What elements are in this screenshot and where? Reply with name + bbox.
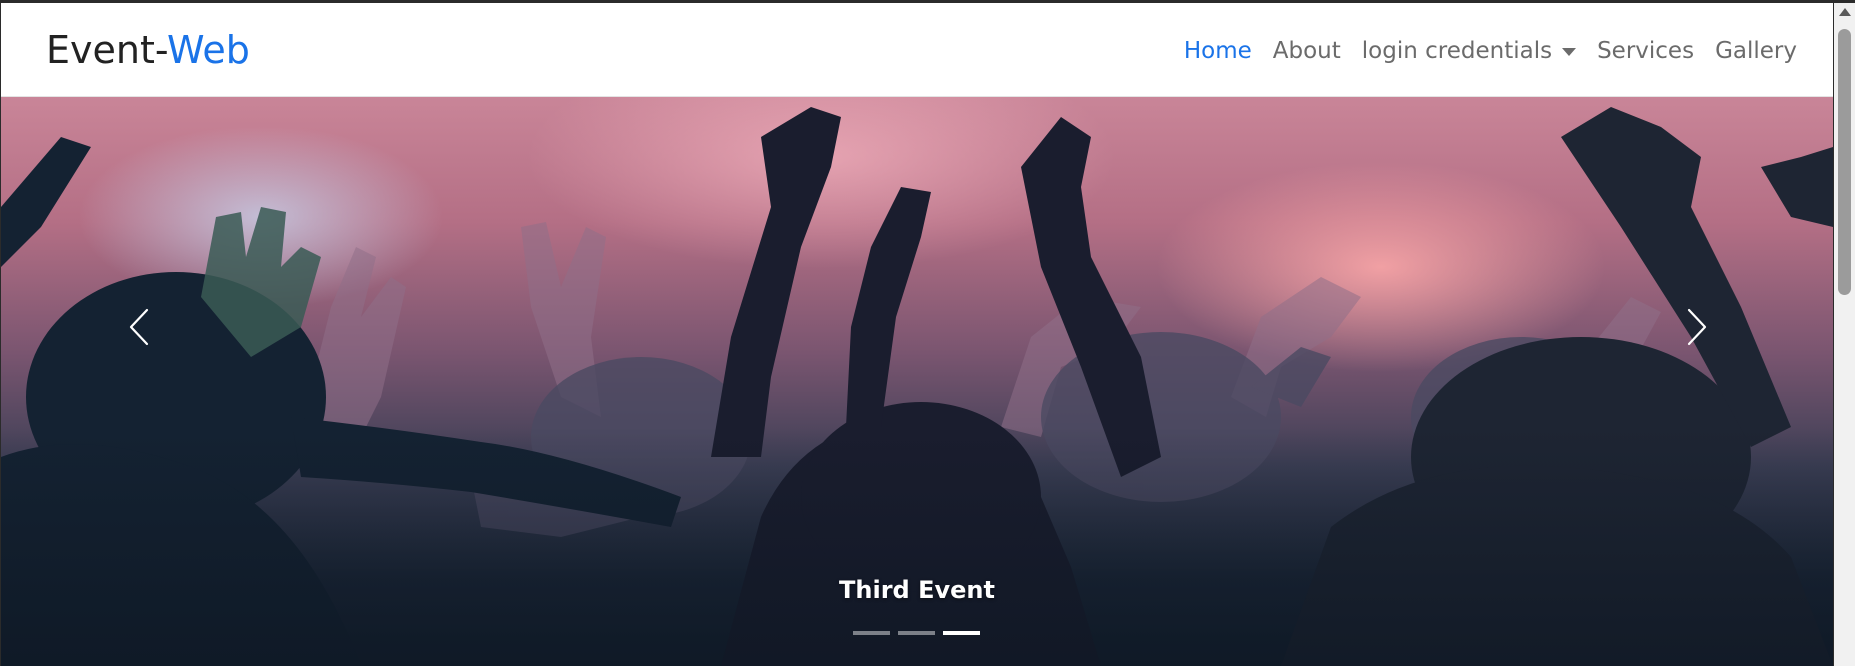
brand-logo[interactable]: Event-Web xyxy=(46,27,250,73)
carousel-indicator-2[interactable] xyxy=(898,631,935,635)
carousel-indicator-1[interactable] xyxy=(853,631,890,635)
nav-home-link[interactable]: Home xyxy=(1184,36,1252,66)
scroll-up-arrow-icon[interactable] xyxy=(1839,8,1851,16)
hero-carousel: Third Event xyxy=(1,97,1833,666)
nav-login-link[interactable]: login credentials xyxy=(1362,36,1552,66)
chevron-left-icon xyxy=(129,308,149,346)
caret-down-icon[interactable] xyxy=(1562,48,1577,56)
nav-gallery-link[interactable]: Gallery xyxy=(1715,36,1797,66)
nav-about-link[interactable]: About xyxy=(1273,36,1341,66)
navbar: Event-Web Home About login credentials S… xyxy=(1,3,1833,97)
nav-services-link[interactable]: Services xyxy=(1597,36,1694,66)
nav-login-dropdown[interactable]: login credentials xyxy=(1362,36,1577,66)
vertical-scrollbar[interactable] xyxy=(1834,3,1855,666)
brand-text-event: Event- xyxy=(46,28,168,72)
chevron-right-icon xyxy=(1687,308,1707,346)
scrollbar-thumb[interactable] xyxy=(1838,29,1851,295)
page: Event-Web Home About login credentials S… xyxy=(1,3,1833,666)
nav-menu: Home About login credentials Services Ga… xyxy=(1184,36,1797,66)
carousel-indicator-3[interactable] xyxy=(943,631,980,635)
carousel-prev-button[interactable] xyxy=(109,287,169,367)
carousel-next-button[interactable] xyxy=(1667,287,1727,367)
carousel-caption: Third Event xyxy=(839,576,995,604)
carousel-indicators xyxy=(853,631,980,635)
brand-text-web: Web xyxy=(167,28,250,72)
